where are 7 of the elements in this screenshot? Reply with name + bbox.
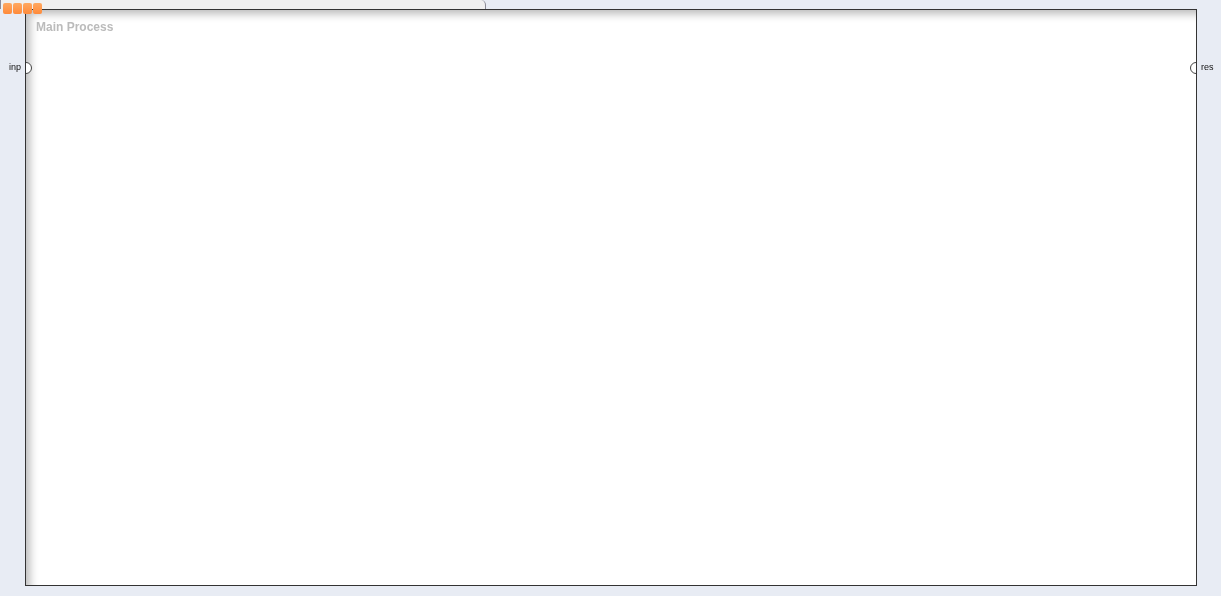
process-title: Main Process [36,20,114,34]
square-icon [23,3,32,14]
square-icon [33,3,42,14]
port-label: res [1201,62,1214,72]
square-icon [3,3,12,14]
square-icon [13,3,22,14]
port-label: inp [9,62,21,72]
